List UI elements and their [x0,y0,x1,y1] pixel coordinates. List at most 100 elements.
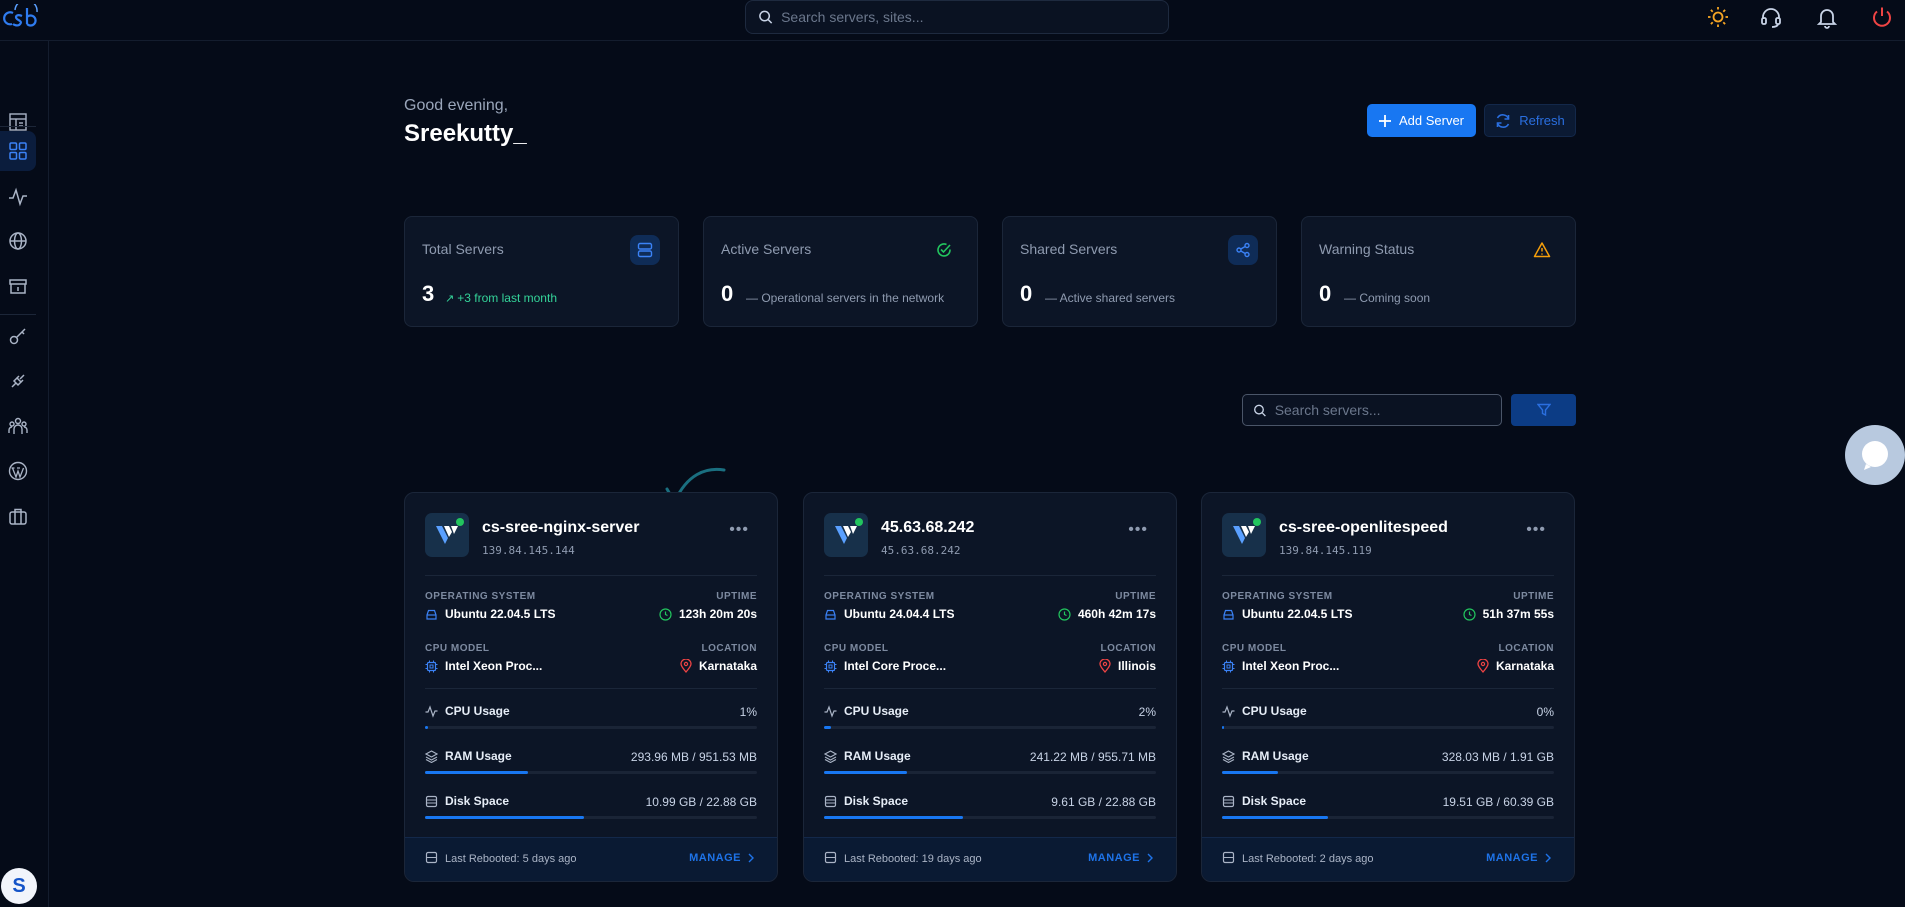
sidebar-divider [0,314,36,315]
cpu-model-label: CPU MODEL [824,643,889,654]
stat-title: Shared Servers [1020,241,1118,257]
server-card[interactable]: 45.63.68.242 45.63.68.242 ••• OPERATING … [803,492,1177,882]
server-search-input[interactable] [1274,402,1501,418]
support-headset-icon[interactable] [1759,5,1783,29]
wordpress-icon [8,461,28,481]
vultr-logo-icon [1233,526,1255,544]
divider [425,575,757,576]
grid-icon [9,142,27,160]
stat-card-total-servers: Total Servers 3 ↗ +3 from last month [404,216,679,327]
sidebar-item-integrations[interactable] [0,361,36,401]
warning-icon [1527,235,1557,265]
card-footer: Last Rebooted: 2 days ago MANAGE [1202,837,1574,881]
os-label: OPERATING SYSTEM [1222,591,1333,602]
sidebar-item-ssh-keys[interactable] [0,316,36,356]
top-bar [0,0,1905,41]
location-label: LOCATION [1100,643,1156,654]
clock-icon [1463,607,1476,621]
server-name[interactable]: cs-sree-openlitespeed [1279,519,1448,537]
ram-usage-label: RAM Usage [824,749,911,763]
search-icon [759,10,773,24]
power-icon[interactable] [1870,5,1894,29]
cpu-usage-value: 1% [739,705,757,719]
user-avatar[interactable]: S [1,868,37,904]
uptime-label: UPTIME [716,591,757,602]
global-search[interactable] [745,0,1169,34]
divider [824,688,1156,689]
server-search[interactable] [1242,394,1502,426]
brand-logo[interactable] [2,4,44,30]
uptime-value: 460h 42m 17s [1058,607,1156,621]
manage-link[interactable]: MANAGE [1088,852,1154,864]
notification-bell-icon[interactable] [1815,5,1839,29]
sidebar-item-sites[interactable] [0,221,36,261]
activity-icon [1222,704,1235,718]
disk-space-value: 9.61 GB / 22.88 GB [1051,795,1156,809]
disk-space-label: Disk Space [425,794,509,808]
filter-icon [1536,403,1551,417]
disk-space-label: Disk Space [1222,794,1306,808]
chat-icon [1862,441,1888,470]
global-search-input[interactable] [781,9,1168,25]
drive-icon [825,609,836,620]
disk-space-value: 19.51 GB / 60.39 GB [1442,795,1554,809]
layers-icon [1222,749,1235,763]
chat-widget-button[interactable] [1845,425,1905,485]
clock-icon [659,607,672,621]
map-pin-icon [1477,659,1489,673]
cpu-model-value: Intel Xeon Proc... [425,659,542,673]
os-value: Ubuntu 22.04.5 LTS [425,607,555,621]
disk-space-label: Disk Space [824,794,908,808]
server-card[interactable]: cs-sree-openlitespeed 139.84.145.119 •••… [1201,492,1575,882]
cpu-model-value: Intel Core Proce... [824,659,946,673]
sidebar-item-activity[interactable] [0,177,36,217]
location-value: Karnataka [680,659,757,673]
os-label: OPERATING SYSTEM [425,591,536,602]
server-card[interactable]: cs-sree-nginx-server 139.84.145.144 ••• … [404,492,778,882]
server-reboot-icon [824,851,837,864]
stat-subtext: — Operational servers in the network [746,291,945,305]
cpu-model-value: Intel Xeon Proc... [1222,659,1339,673]
server-name[interactable]: 45.63.68.242 [881,519,974,537]
stat-subtext: — Active shared servers [1045,291,1176,305]
refresh-button[interactable]: Refresh [1484,104,1576,137]
more-options-icon[interactable]: ••• [1128,521,1148,539]
sidebar-item-team[interactable] [0,406,36,446]
more-options-icon[interactable]: ••• [1526,521,1546,539]
more-options-icon[interactable]: ••• [729,521,749,539]
cpu-usage-label: CPU Usage [1222,704,1307,718]
server-reboot-icon [425,851,438,864]
theme-sun-icon[interactable] [1706,5,1730,29]
plus-icon [1378,114,1391,127]
location-value: Illinois [1099,659,1156,673]
server-ip: 139.84.145.144 [482,544,575,557]
greeting-text: Good evening, [404,97,509,114]
sidebar-item-wordpress[interactable] [0,451,36,491]
stat-card-active-servers: Active Servers 0 — Operational servers i… [703,216,978,327]
cpu-model-label: CPU MODEL [425,643,490,654]
location-label: LOCATION [701,643,757,654]
key-icon [9,328,26,345]
add-server-label: Add Server [1398,113,1465,128]
sidebar-item-servers[interactable] [0,131,36,171]
stat-title: Active Servers [721,241,812,257]
layers-icon [824,749,837,763]
sidebar-item-marketplace[interactable] [0,266,36,306]
os-value: Ubuntu 22.04.5 LTS [1222,607,1352,621]
sidebar-item-projects[interactable] [0,496,36,536]
stat-title: Warning Status [1319,241,1415,257]
location-value: Karnataka [1477,659,1554,673]
ram-usage-label: RAM Usage [1222,749,1309,763]
ram-usage-label: RAM Usage [425,749,512,763]
search-icon [1254,404,1266,417]
username-heading: Sreekutty_ [404,120,527,147]
last-rebooted-text: Last Rebooted: 5 days ago [445,853,577,865]
manage-link[interactable]: MANAGE [1486,852,1552,864]
database-icon [425,795,438,807]
add-server-button[interactable]: Add Server [1367,104,1476,137]
server-name[interactable]: cs-sree-nginx-server [482,519,639,537]
filter-button[interactable] [1511,394,1576,426]
activity-icon [9,187,27,207]
divider [1222,688,1554,689]
manage-link[interactable]: MANAGE [689,852,755,864]
